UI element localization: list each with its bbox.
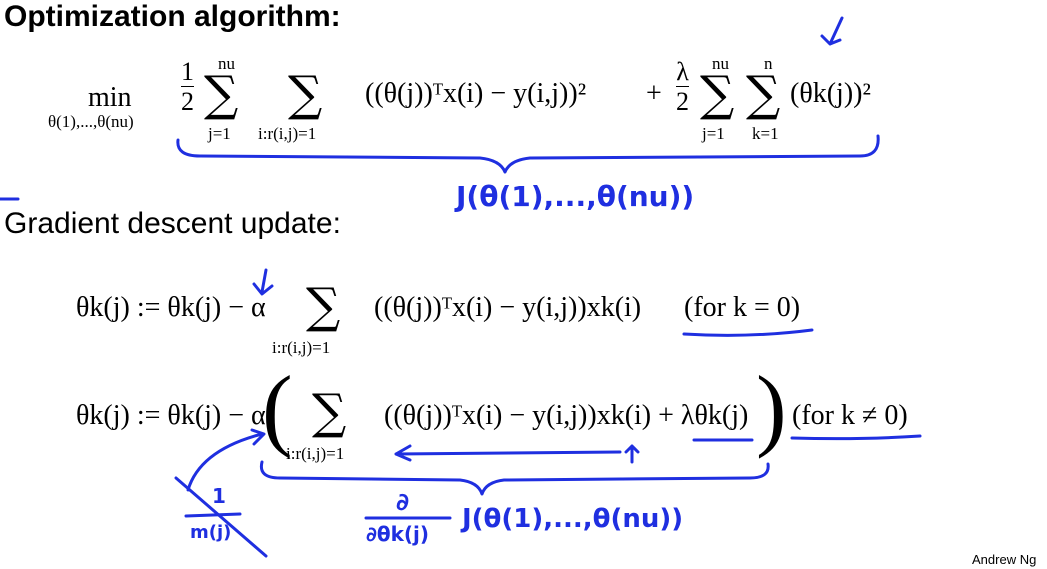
up-arrow-icon — [624, 444, 640, 464]
update1-body: ((θ(j))ᵀx(i) − y(i,j))xk(i) — [374, 292, 642, 323]
condition2-underline — [790, 434, 922, 441]
squared-error-term: ((θ(j))ᵀx(i) − y(i,j))² — [365, 78, 587, 109]
half-denominator: 2 — [181, 87, 194, 117]
lambda-numerator: λ — [676, 57, 689, 86]
update2-left-paren: ( — [262, 357, 293, 459]
slide-title: Optimization algorithm: — [4, 0, 341, 33]
crossed-numerator: 1 — [212, 484, 226, 508]
update2-sum-lower: i:r(i,j)=1 — [286, 444, 345, 463]
update1-sum-lower: i:r(i,j)=1 — [272, 338, 331, 357]
sum1-sigma: ∑ — [204, 66, 239, 122]
update2-condition: (for k ≠ 0) — [792, 400, 908, 431]
sum4-lower: k=1 — [752, 124, 779, 143]
update1-sigma: ∑ — [306, 278, 341, 334]
update2-sigma: ∑ — [312, 384, 347, 440]
sum2-lower: i:r(i,j)=1 — [258, 124, 317, 143]
update2-underbrace — [259, 460, 770, 496]
sum3-sigma: ∑ — [700, 66, 735, 122]
min-operator: min — [88, 82, 132, 113]
cost-function-label: J(θ(1),...,θ(nu)) — [456, 180, 695, 213]
alpha-down-arrow-icon — [252, 268, 274, 296]
min-subscript: θ(1),...,θ(nu) — [48, 112, 134, 131]
crossed-fraction-bar — [184, 512, 242, 518]
plus-sign: + — [646, 78, 662, 109]
update2-lhs: θk(j) := θk(j) − α — [76, 400, 266, 431]
half-numerator: 1 — [181, 57, 194, 86]
derivative-cost-label: J(θ(1),...,θ(nu)) — [462, 504, 684, 534]
update2-body: ((θ(j))ᵀx(i) − y(i,j))xk(i) + λθk(j) — [384, 400, 749, 431]
lambda-denominator: 2 — [676, 87, 689, 117]
sum2-sigma: ∑ — [288, 66, 323, 122]
sum1-lower: j=1 — [208, 124, 231, 143]
update1-condition: (for k = 0) — [684, 292, 801, 323]
author-footer: Andrew Ng — [972, 552, 1037, 567]
left-arrow-icon — [394, 444, 622, 462]
update2-right-paren: ) — [756, 357, 787, 459]
derivative-denominator: ∂θk(j) — [366, 522, 430, 546]
section-heading-gradient-descent: Gradient descent update: — [4, 207, 341, 240]
condition1-underline — [682, 328, 814, 337]
crossed-denominator: m(j) — [190, 522, 232, 543]
half-fraction: 12 — [181, 58, 194, 116]
lambda-fraction: λ2 — [676, 58, 689, 116]
sum3-lower: j=1 — [702, 124, 725, 143]
sum4-sigma: ∑ — [746, 66, 781, 122]
curved-arrow-icon — [186, 428, 266, 492]
derivative-numerator: ∂ — [396, 488, 410, 516]
update1-lhs: θk(j) := θk(j) − α — [76, 292, 266, 323]
regularization-term: (θk(j))² — [790, 78, 871, 109]
check-mark-icon — [820, 16, 844, 46]
